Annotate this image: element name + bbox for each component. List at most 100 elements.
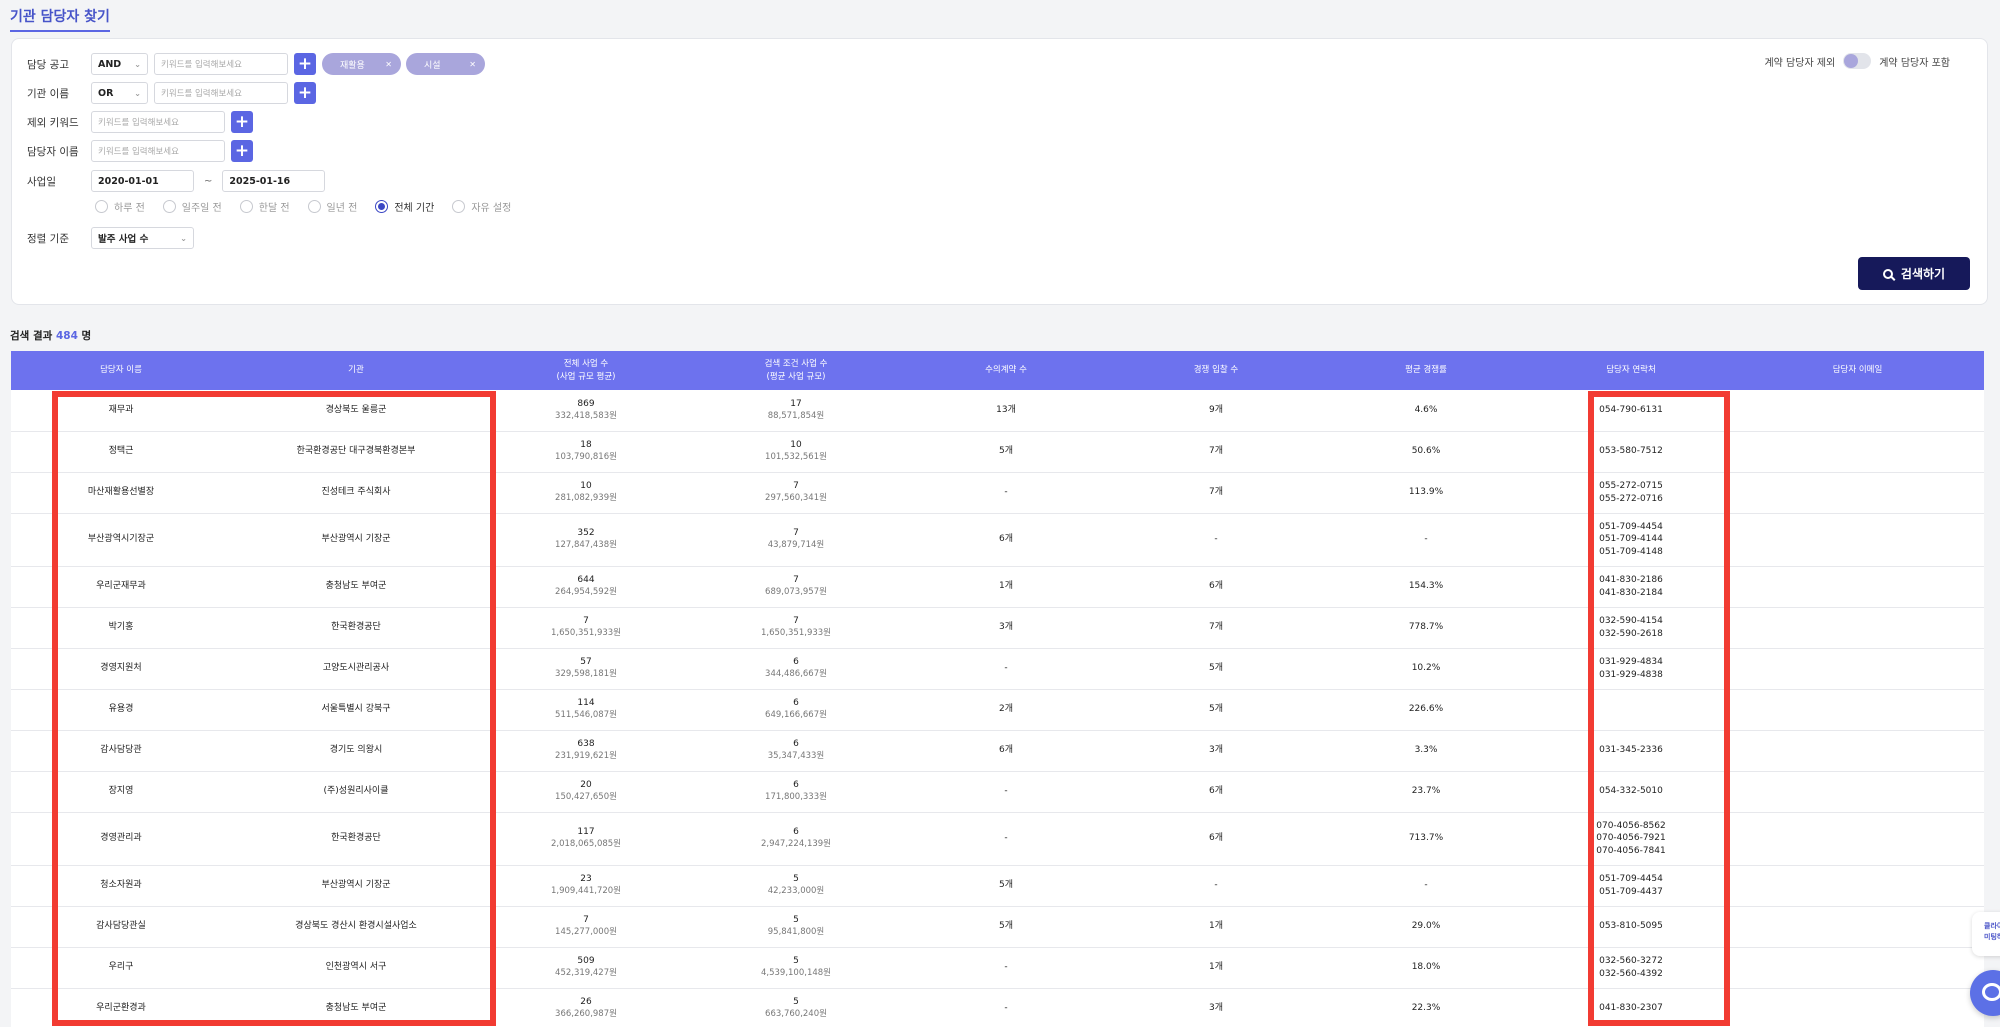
match-avg: 2,947,224,139원 — [760, 838, 831, 849]
cell-match: 17 88,571,854원 — [691, 390, 901, 432]
match-avg: 35,347,433원 — [767, 750, 825, 761]
close-icon[interactable]: ✕ — [385, 60, 392, 69]
sort-select[interactable]: 발주 사업 수 ⌄ — [91, 227, 194, 249]
cell-email — [1731, 513, 1984, 567]
cell-bids: 7개 — [1111, 607, 1321, 649]
chip-label: 재활용 — [340, 60, 365, 71]
notice-operator-select[interactable]: AND ⌄ — [91, 53, 148, 75]
cell-total: 509 452,319,427원 — [481, 947, 691, 989]
cell-avg-rate: 3.3% — [1321, 730, 1531, 772]
agency-add-button[interactable]: + — [294, 82, 316, 104]
notice-operator-value: AND — [98, 58, 122, 70]
header-avg-rate[interactable]: 평균 경쟁률 — [1321, 351, 1531, 390]
match-count: 7 — [793, 481, 799, 492]
total-avg: 264,954,592원 — [555, 586, 617, 597]
cell-avg-rate: 29.0% — [1321, 906, 1531, 948]
header-phone[interactable]: 담당자 연락처 — [1531, 351, 1731, 390]
cell-bids: 3개 — [1111, 730, 1321, 772]
agency-keyword-input[interactable]: 키워드를 입력해보세요 — [154, 82, 288, 104]
cell-bids: 6개 — [1111, 812, 1321, 866]
notice-label: 담당 공고 — [27, 58, 69, 71]
cell-bids: 7개 — [1111, 431, 1321, 473]
contract-toggle[interactable] — [1843, 53, 1872, 69]
notice-add-button[interactable]: + — [294, 53, 316, 75]
private-contract-count: 6개 — [998, 745, 1013, 756]
total-avg: 150,427,650원 — [555, 791, 617, 802]
period-radio[interactable]: 하루 전 — [95, 199, 145, 214]
private-contract-count: 5개 — [998, 446, 1013, 457]
search-button[interactable]: 검색하기 — [1858, 257, 1970, 290]
cell-match: 7 297,560,341원 — [691, 472, 901, 514]
cell-total: 10 281,082,939원 — [481, 472, 691, 514]
cell-total: 644 264,954,592원 — [481, 566, 691, 608]
cell-match: 10 101,532,561원 — [691, 431, 901, 473]
cell-avg-rate: - — [1321, 865, 1531, 907]
chevron-down-icon: ⌄ — [180, 233, 187, 243]
exclude-add-button[interactable]: + — [231, 111, 253, 133]
radio-circle-icon — [239, 200, 253, 213]
cell-private-contract: 5개 — [901, 865, 1111, 907]
private-contract-count: - — [1004, 962, 1008, 973]
header-bids[interactable]: 경쟁 입찰 수 — [1111, 351, 1321, 390]
date-to-input[interactable]: 2025-01-16 — [222, 170, 326, 192]
person-add-button[interactable]: + — [231, 140, 253, 162]
cell-email — [1731, 988, 1984, 1027]
cell-private-contract: 13개 — [901, 390, 1111, 432]
header-org[interactable]: 기관 — [231, 351, 481, 390]
avg-rate: 778.7% — [1408, 622, 1444, 633]
filter-row-notice: 담당 공고 AND ⌄ 키워드를 입력해보세요 + 재활용 ✕ 시설 ✕ — [27, 53, 490, 75]
match-avg: 101,532,561원 — [765, 451, 827, 462]
notice-keyword-input[interactable]: 키워드를 입력해보세요 — [154, 53, 288, 75]
avg-rate: 29.0% — [1411, 921, 1441, 932]
header-match[interactable]: 검색 조건 사업 수 (평균 사업 규모) — [691, 351, 901, 390]
cell-total: 7 145,277,000원 — [481, 906, 691, 948]
total-avg: 1,650,351,933원 — [550, 627, 621, 638]
person-keyword-input[interactable]: 키워드를 입력해보세요 — [91, 140, 225, 162]
keyword-chip[interactable]: 재활용 ✕ — [322, 53, 401, 75]
cell-bids: 5개 — [1111, 648, 1321, 690]
header-total[interactable]: 전체 사업 수 (사업 규모 평균) — [481, 351, 691, 390]
cell-bids: 5개 — [1111, 689, 1321, 731]
cell-avg-rate: 50.6% — [1321, 431, 1531, 473]
filter-row-person: 담당자 이름 키워드를 입력해보세요 + — [27, 140, 259, 162]
header-name[interactable]: 담당자 이름 — [11, 351, 231, 390]
total-count: 114 — [577, 698, 595, 709]
table-header-row: 담당자 이름 기관 전체 사업 수 (사업 규모 평균) 검색 조건 사업 수 (평… — [11, 351, 1984, 390]
exclude-keyword-input[interactable]: 키워드를 입력해보세요 — [91, 111, 225, 133]
match-avg: 43,879,714원 — [767, 539, 825, 550]
cell-match: 5 95,841,800원 — [691, 906, 901, 948]
cell-avg-rate: 113.9% — [1321, 472, 1531, 514]
keyword-chip[interactable]: 시설 ✕ — [406, 53, 485, 75]
private-contract-count: 1개 — [998, 581, 1013, 592]
avg-rate: 18.0% — [1411, 962, 1441, 973]
total-avg: 103,790,816원 — [555, 451, 617, 462]
date-from-input[interactable]: 2020-01-01 — [91, 170, 194, 192]
cell-match: 6 344,486,667원 — [691, 648, 901, 690]
match-count: 6 — [793, 827, 799, 838]
period-radio[interactable]: 전체 기간 — [375, 199, 434, 214]
period-radio-label: 한달 전 — [258, 203, 290, 214]
agency-operator-select[interactable]: OR ⌄ — [91, 82, 148, 104]
bid-count: 7개 — [1208, 446, 1223, 457]
cell-bids: 1개 — [1111, 947, 1321, 989]
match-count: 10 — [790, 440, 802, 451]
total-avg: 2,018,065,085원 — [550, 838, 621, 849]
match-count: 17 — [790, 399, 802, 409]
match-count: 5 — [793, 874, 799, 885]
match-avg: 88,571,854원 — [767, 410, 825, 421]
period-radio[interactable]: 일주일 전 — [162, 199, 222, 214]
bid-count: 3개 — [1208, 1003, 1223, 1014]
highlight-box-phone — [1588, 391, 1730, 1026]
meeting-widget[interactable]: 클라이 미팅하 — [1972, 912, 2000, 956]
period-radio[interactable]: 자유 설정 — [452, 199, 511, 214]
header-email[interactable]: 담당자 이메일 — [1731, 351, 1984, 390]
avg-rate: 226.6% — [1408, 704, 1444, 715]
avg-rate: 3.3% — [1414, 745, 1438, 756]
cell-email — [1731, 906, 1984, 948]
header-private-contract[interactable]: 수의계약 수 — [901, 351, 1111, 390]
close-icon[interactable]: ✕ — [469, 60, 476, 69]
period-radio[interactable]: 일년 전 — [307, 199, 357, 214]
total-avg: 452,319,427원 — [555, 967, 617, 978]
match-count: 6 — [793, 698, 799, 709]
period-radio[interactable]: 한달 전 — [239, 199, 290, 214]
